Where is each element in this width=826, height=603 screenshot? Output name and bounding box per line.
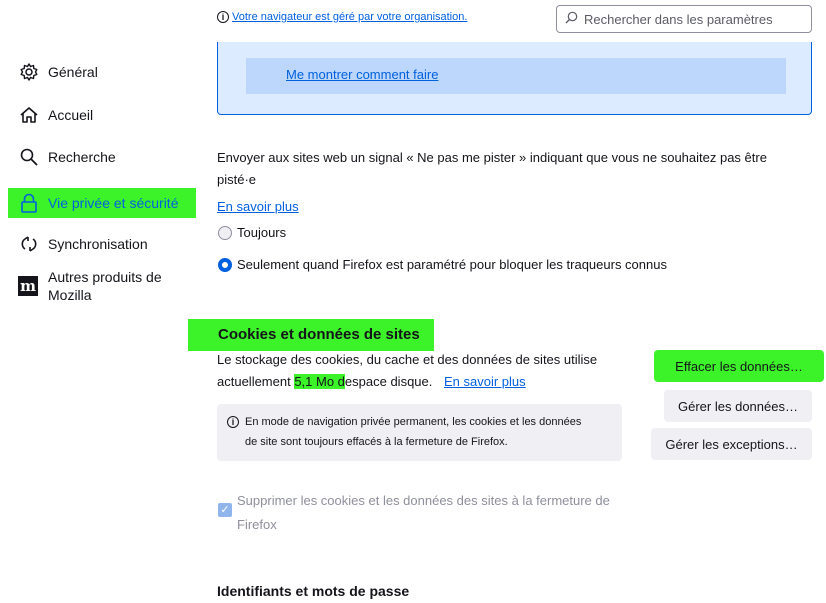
info-icon: i [227, 416, 239, 428]
sidebar-item-label: Accueil [48, 107, 94, 123]
sidebar: Général Accueil Recherche Vie privée et … [0, 0, 200, 603]
preferences-page: Général Accueil Recherche Vie privée et … [0, 0, 826, 603]
sidebar-item-privacy-security[interactable]: Vie privée et sécurité [8, 188, 196, 218]
show-me-how-link[interactable]: Me montrer comment faire [246, 58, 786, 94]
sidebar-item-label: Synchronisation [48, 236, 148, 252]
sidebar-item-mozilla-products[interactable]: m Autres produits de Mozilla [18, 268, 162, 304]
dnt-always-label[interactable]: Toujours [237, 222, 286, 244]
clear-data-button[interactable]: Effacer les données… [654, 350, 824, 382]
dnt-learn-more-link[interactable]: En savoir plus [217, 196, 299, 218]
sidebar-item-sync[interactable]: Synchronisation [18, 233, 148, 255]
disk-usage-value: 5,1 Mo d [294, 374, 345, 389]
dnt-description: Envoyer aux sites web un signal « Ne pas… [217, 150, 767, 187]
delete-on-close-checkbox[interactable]: ✓ [218, 503, 232, 517]
manage-exceptions-button[interactable]: Gérer les exceptions… [651, 428, 812, 460]
dnt-only-when-blocking-radio[interactable] [218, 258, 232, 272]
home-icon [18, 104, 40, 126]
search-placeholder: Rechercher dans les paramètres [584, 11, 773, 27]
sidebar-item-general[interactable]: Général [18, 61, 98, 83]
gear-icon [18, 61, 40, 83]
search-icon [565, 11, 578, 27]
logins-section-title: Identifiants et mots de passe [217, 583, 410, 599]
sidebar-item-home[interactable]: Accueil [18, 104, 93, 126]
sidebar-item-search[interactable]: Recherche [18, 146, 116, 168]
sync-icon [18, 233, 40, 255]
delete-on-close-label: Supprimer les cookies et les données des… [237, 493, 610, 532]
cookies-learn-more-link[interactable]: En savoir plus [444, 374, 526, 389]
private-mode-notice: i En mode de navigation privée permanent… [217, 404, 622, 461]
dnt-always-radio[interactable] [218, 226, 232, 240]
managed-notice-link[interactable]: Votre navigateur est géré par votre orga… [232, 11, 467, 23]
mozilla-icon: m [18, 276, 38, 296]
manage-data-button[interactable]: Gérer les données… [664, 390, 812, 422]
dnt-only-when-blocking-label[interactable]: Seulement quand Firefox est paramétré po… [237, 254, 667, 276]
sidebar-item-label: Autres produits de Mozilla [48, 269, 162, 303]
info-icon: i [217, 11, 229, 23]
sidebar-item-label: Général [48, 64, 98, 80]
lock-icon [18, 192, 40, 214]
sidebar-item-label: Vie privée et sécurité [48, 195, 179, 211]
cookies-section-title: Cookies et données de sites [188, 319, 434, 351]
cookies-usage-text: Le stockage des cookies, du cache et des… [217, 352, 598, 389]
search-input[interactable]: Rechercher dans les paramètres [556, 5, 812, 33]
sidebar-item-label: Recherche [48, 149, 116, 165]
search-icon [18, 146, 40, 168]
